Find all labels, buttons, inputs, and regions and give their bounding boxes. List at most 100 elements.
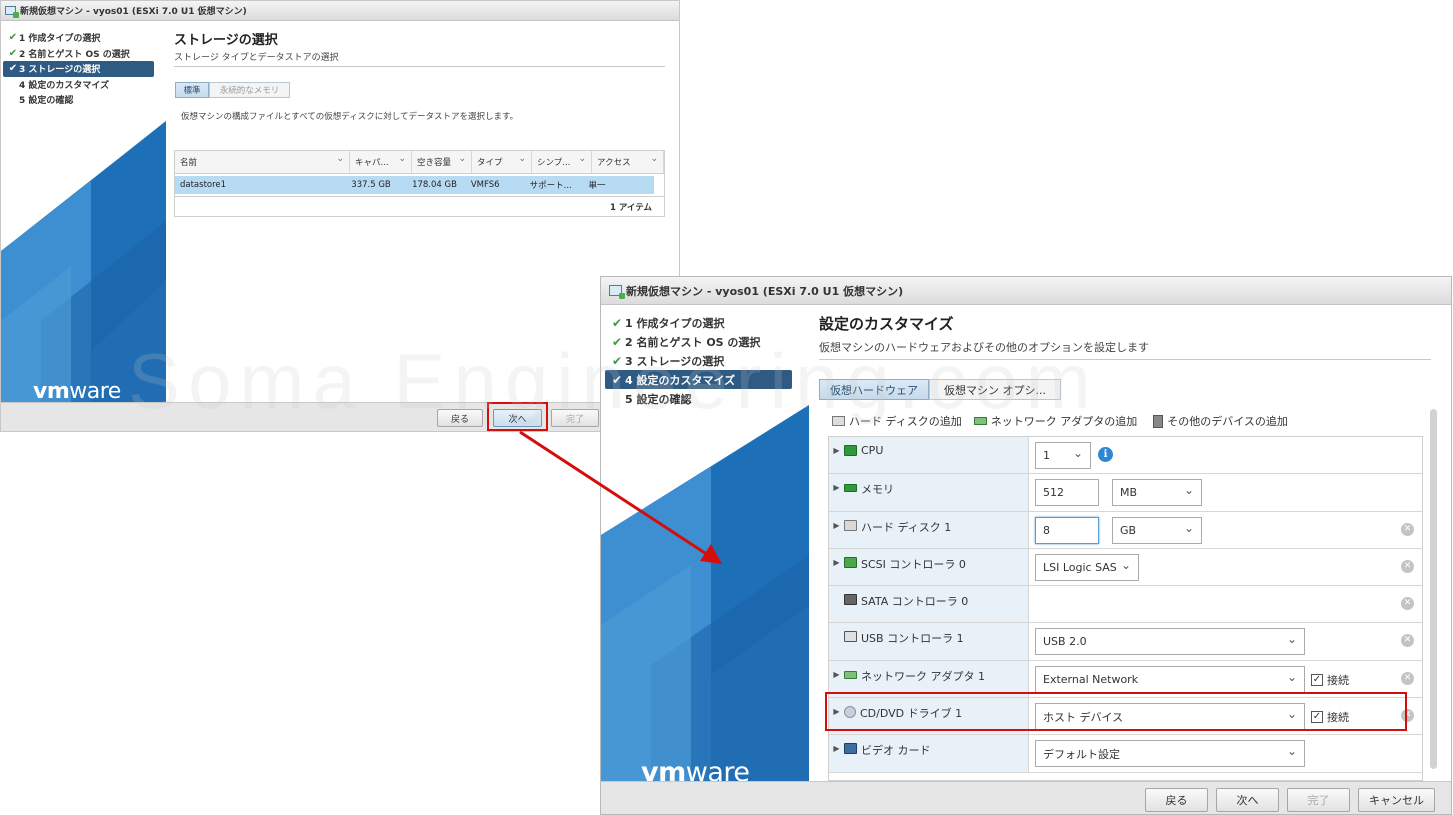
scsi-icon bbox=[844, 556, 857, 568]
col-header-capacity[interactable]: キャパ... bbox=[350, 151, 412, 173]
page-title: ストレージの選択 bbox=[174, 33, 278, 48]
vertical-scrollbar[interactable] bbox=[1430, 409, 1437, 769]
check-icon: ✔ bbox=[611, 353, 623, 368]
cpu-icon bbox=[844, 445, 857, 456]
remove-device-icon[interactable]: ✕ bbox=[1401, 559, 1414, 573]
sata-icon bbox=[844, 594, 857, 606]
network-adapter-icon bbox=[973, 417, 987, 425]
tab-persistent-memory[interactable]: 永続的なメモリ bbox=[209, 82, 290, 98]
memory-icon bbox=[844, 484, 857, 493]
wizard-window-storage: 新規仮想マシン - vyos01 (ESXi 7.0 U1 仮想マシン) ✔ 1 … bbox=[0, 0, 680, 432]
storage-type-tabs: 標準 永続的なメモリ bbox=[175, 82, 290, 98]
finish-button[interactable]: 完了 bbox=[1287, 788, 1350, 812]
hard-disk-icon bbox=[844, 519, 857, 531]
tab-virtual-hardware[interactable]: 仮想ハードウェア bbox=[819, 379, 929, 400]
scsi-type-select[interactable]: LSI Logic SAS bbox=[1035, 553, 1139, 581]
vmware-logo: vmware bbox=[641, 757, 750, 781]
hardware-toolbar: ハード ディスクの追加 ネットワーク アダプタの追加 その他のデバイスの追加 bbox=[832, 413, 1288, 429]
hw-row-scsi: ▶SCSI コントローラ 0 LSI Logic SAS ✕ bbox=[829, 548, 1422, 587]
cpu-count-select[interactable]: 1 bbox=[1035, 442, 1091, 469]
page-subtitle: ストレージ タイプとデータストアの選択 bbox=[174, 53, 339, 63]
check-icon: ✔ bbox=[8, 63, 18, 75]
back-button[interactable]: 戻る bbox=[437, 409, 483, 427]
expand-arrow-icon[interactable]: ▶ bbox=[829, 668, 844, 679]
expand-arrow-icon[interactable]: ▶ bbox=[829, 481, 844, 492]
disk-size-input[interactable]: 8 bbox=[1035, 516, 1099, 544]
network-select[interactable]: External Network bbox=[1035, 665, 1305, 693]
divider bbox=[174, 66, 665, 67]
col-header-access[interactable]: アクセス bbox=[592, 151, 664, 173]
hw-row-usb: USB コントローラ 1 USB 2.0 ✕ bbox=[829, 623, 1422, 661]
checkbox-checked-icon: ✓ bbox=[1311, 673, 1323, 686]
add-nic-button[interactable]: ネットワーク アダプタの追加 bbox=[973, 413, 1137, 429]
config-tabs: 仮想ハードウェア 仮想マシン オプシ... bbox=[819, 379, 1061, 400]
expand-arrow-icon[interactable]: ▶ bbox=[829, 742, 844, 753]
expand-arrow-icon[interactable]: ▶ bbox=[829, 519, 844, 530]
step-5[interactable]: 5 設定の確認 bbox=[3, 92, 154, 108]
video-settings-select[interactable]: デフォルト設定 bbox=[1035, 740, 1305, 768]
divider bbox=[819, 359, 1431, 360]
col-header-type[interactable]: タイプ bbox=[472, 151, 532, 173]
check-icon: ✔ bbox=[611, 372, 623, 387]
description-text: 仮想マシンの構成ファイルとすべての仮想ディスクに対してデータストアを選択します。 bbox=[181, 112, 519, 122]
device-icon bbox=[1153, 414, 1164, 428]
add-disk-button[interactable]: ハード ディスクの追加 bbox=[832, 413, 962, 429]
col-header-name[interactable]: 名前 bbox=[175, 151, 350, 173]
expand-arrow-icon[interactable]: ▶ bbox=[829, 556, 844, 567]
step-2[interactable]: ✔ 2 名前とゲスト OS の選択 bbox=[3, 46, 154, 62]
remove-device-icon[interactable]: ✕ bbox=[1401, 634, 1414, 648]
video-card-icon bbox=[844, 743, 857, 755]
wizard-footer: 戻る 次へ 完了 キャンセル bbox=[601, 781, 1451, 814]
check-icon: ✔ bbox=[8, 47, 18, 59]
check-icon: ✔ bbox=[611, 315, 623, 330]
wizard-steps-pane: ✔ 1 作成タイプの選択 ✔ 2 名前とゲスト OS の選択 ✔ 3 ストレージの選択… bbox=[601, 305, 809, 781]
window-title: 新規仮想マシン - vyos01 (ESXi 7.0 U1 仮想マシン) bbox=[626, 284, 904, 298]
wizard-footer: 戻る 次へ 完了 bbox=[1, 402, 679, 431]
add-other-device-button[interactable]: その他のデバイスの追加 bbox=[1153, 413, 1288, 429]
wizard-steps-pane: ✔ 1 作成タイプの選択 ✔ 2 名前とゲスト OS の選択 ✔ 3 ストレージの選択… bbox=[1, 21, 166, 402]
network-adapter-icon bbox=[844, 670, 857, 679]
step-4-active[interactable]: ✔ 4 設定のカスタマイズ bbox=[605, 370, 792, 389]
wizard-window-customize: 新規仮想マシン - vyos01 (ESXi 7.0 U1 仮想マシン) ✔ 1 … bbox=[600, 276, 1452, 815]
window-titlebar: 新規仮想マシン - vyos01 (ESXi 7.0 U1 仮想マシン) bbox=[1, 1, 679, 21]
step-5[interactable]: 5 設定の確認 bbox=[605, 389, 792, 408]
step-4[interactable]: 4 設定のカスタマイズ bbox=[3, 77, 154, 93]
remove-device-icon[interactable]: ✕ bbox=[1401, 671, 1414, 685]
memory-size-input[interactable]: 512 bbox=[1035, 479, 1099, 507]
tab-vm-options[interactable]: 仮想マシン オプシ... bbox=[929, 379, 1061, 400]
disk-unit-select[interactable]: GB bbox=[1112, 516, 1202, 544]
window-titlebar: 新規仮想マシン - vyos01 (ESXi 7.0 U1 仮想マシン) bbox=[601, 277, 1451, 305]
back-button[interactable]: 戻る bbox=[1145, 788, 1208, 812]
page-title: 設定のカスタマイズ bbox=[819, 315, 954, 333]
window-title: 新規仮想マシン - vyos01 (ESXi 7.0 U1 仮想マシン) bbox=[20, 7, 247, 17]
vm-icon bbox=[5, 6, 19, 18]
memory-unit-select[interactable]: MB bbox=[1112, 479, 1202, 507]
next-button[interactable]: 次へ bbox=[1216, 788, 1279, 812]
cdrom-row-highlight bbox=[825, 692, 1407, 731]
next-button-highlight bbox=[487, 402, 548, 431]
tab-standard[interactable]: 標準 bbox=[175, 82, 209, 98]
remove-device-icon[interactable]: ✕ bbox=[1401, 597, 1414, 611]
col-header-thin[interactable]: シンプ... bbox=[532, 151, 592, 173]
usb-version-select[interactable]: USB 2.0 bbox=[1035, 628, 1305, 656]
datastore-table: 名前 キャパ... 空き容量 タイプ シンプ... アクセス datastore… bbox=[174, 150, 665, 217]
info-icon[interactable]: i bbox=[1098, 447, 1113, 462]
hw-row-sata: SATA コントローラ 0 ✕ bbox=[829, 586, 1422, 624]
col-header-free[interactable]: 空き容量 bbox=[412, 151, 472, 173]
step-2[interactable]: ✔ 2 名前とゲスト OS の選択 bbox=[605, 332, 792, 351]
hw-row-video-card: ▶ ビデオ カード デフォルト設定 bbox=[829, 735, 1422, 773]
hw-row-hard-disk: ▶ハード ディスク 1 8 GB ✕ bbox=[829, 511, 1422, 549]
step-3[interactable]: ✔ 3 ストレージの選択 bbox=[605, 351, 792, 370]
step-3-active[interactable]: ✔ 3 ストレージの選択 bbox=[3, 61, 154, 77]
expand-arrow-icon[interactable]: ▶ bbox=[829, 444, 844, 455]
check-icon: ✔ bbox=[611, 334, 623, 349]
nic-connect-checkbox[interactable]: ✓ 接続 bbox=[1311, 672, 1349, 688]
step-1[interactable]: ✔ 1 作成タイプの選択 bbox=[3, 30, 154, 46]
step-1[interactable]: ✔ 1 作成タイプの選択 bbox=[605, 313, 792, 332]
cancel-button[interactable]: キャンセル bbox=[1358, 788, 1435, 812]
table-row[interactable]: datastore1 337.5 GB 178.04 GB VMFS6 サポート… bbox=[175, 176, 654, 194]
table-header: 名前 キャパ... 空き容量 タイプ シンプ... アクセス bbox=[175, 151, 664, 174]
remove-device-icon[interactable]: ✕ bbox=[1401, 522, 1414, 536]
usb-icon bbox=[844, 631, 857, 643]
finish-button[interactable]: 完了 bbox=[551, 409, 599, 427]
